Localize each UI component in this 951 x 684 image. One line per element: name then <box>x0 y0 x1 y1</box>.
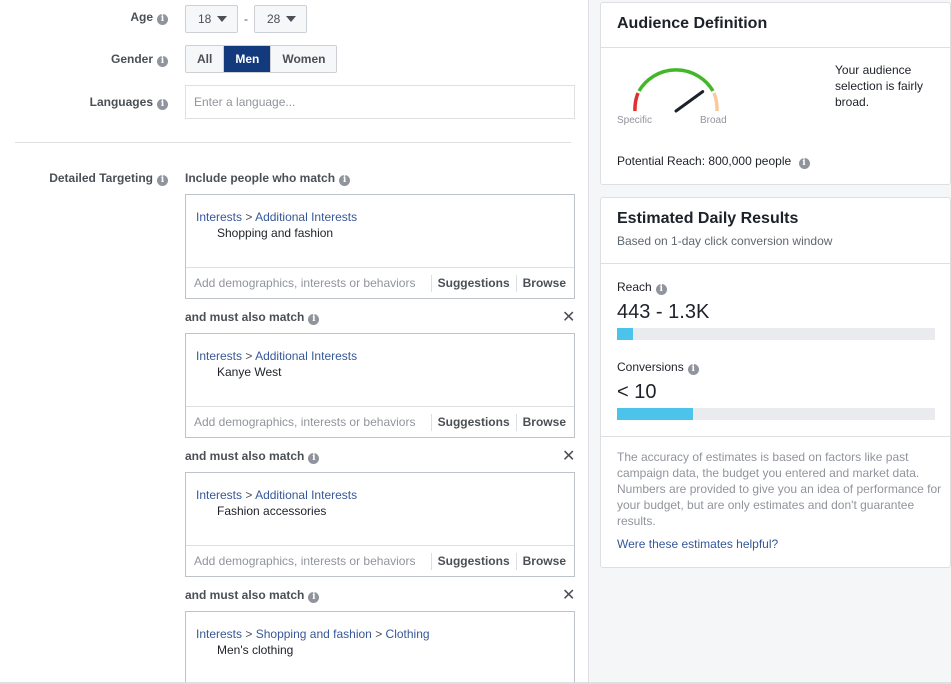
languages-label: Languages i <box>90 95 168 110</box>
age-separator: - <box>244 12 248 26</box>
add-targeting-input[interactable]: Add demographics, interests or behaviors <box>186 415 431 429</box>
audience-gauge <box>633 68 719 113</box>
add-targeting-input[interactable]: Add demographics, interests or behaviors <box>186 276 431 290</box>
conversions-bar-fill <box>617 408 694 420</box>
info-icon[interactable]: i <box>157 14 168 25</box>
must-also-match-label: and must also match i <box>185 449 320 464</box>
breadcrumb-link[interactable]: Interests <box>196 627 242 641</box>
targeting-item[interactable]: Kanye West <box>186 362 574 406</box>
add-targeting-row: Add demographics, interests or behaviors… <box>186 545 574 576</box>
breadcrumb-link[interactable]: Additional Interests <box>255 349 357 363</box>
targeting-item[interactable]: Shopping and fashion <box>186 223 574 267</box>
gender-all-button[interactable]: All <box>186 46 225 72</box>
breadcrumb-link[interactable]: Interests <box>196 349 242 363</box>
info-icon[interactable]: i <box>157 175 168 186</box>
estimated-daily-results-card: Estimated Daily Results Based on 1-day c… <box>600 197 951 568</box>
conversions-label: Conversions i <box>617 360 699 375</box>
breadcrumb: Interests > Additional Interests <box>186 473 574 502</box>
must-also-match-label: and must also match i <box>185 310 320 325</box>
suggestions-button[interactable]: Suggestions <box>430 552 516 570</box>
conversions-bar <box>617 408 935 420</box>
languages-input[interactable]: Enter a language... <box>185 85 575 119</box>
estimated-results-subtitle: Based on 1-day click conversion window <box>617 234 833 248</box>
potential-reach-value: 800,000 people <box>708 154 792 168</box>
info-icon[interactable]: i <box>339 175 351 186</box>
audience-definition-title: Audience Definition <box>617 15 768 32</box>
breadcrumb: Interests > Shopping and fashion > Cloth… <box>186 612 574 641</box>
add-targeting-row: Add demographics, interests or behaviors… <box>186 406 574 437</box>
conversions-value: < 10 <box>617 381 657 403</box>
breadcrumb: Interests > Additional Interests <box>186 195 574 224</box>
suggestions-button[interactable]: Suggestions <box>430 274 516 292</box>
targeting-form: Age i 18 - 28 Gender i All Men Women Langu… <box>0 0 588 684</box>
breadcrumb-link[interactable]: Additional Interests <box>255 488 357 502</box>
close-icon[interactable]: ✕ <box>562 310 575 326</box>
detailed-targeting-label: Detailed Targeting i <box>49 171 168 186</box>
estimated-results-title: Estimated Daily Results <box>617 210 799 227</box>
card-divider <box>601 47 950 48</box>
info-icon[interactable]: i <box>687 364 699 375</box>
estimates-helpful-link[interactable]: Were these estimates helpful? <box>617 537 778 551</box>
info-icon[interactable]: i <box>308 592 320 603</box>
breadcrumb-separator: > <box>245 349 253 363</box>
browse-button[interactable]: Browse <box>515 552 574 570</box>
card-divider <box>601 436 950 437</box>
close-icon[interactable]: ✕ <box>562 449 575 465</box>
section-divider <box>15 142 571 143</box>
targeting-group: Interests > Additional Interests Kanye W… <box>185 333 575 438</box>
breadcrumb-separator: > <box>245 488 253 502</box>
info-icon[interactable]: i <box>157 56 168 67</box>
targeting-group: Interests > Additional Interests Fashion… <box>185 472 575 577</box>
estimates-sidebar: Audience Definition Specific Broad Your … <box>588 0 951 684</box>
card-divider <box>601 263 950 264</box>
breadcrumb-link[interactable]: Interests <box>196 210 242 224</box>
browse-button[interactable]: Browse <box>515 413 574 431</box>
reach-label: Reach i <box>617 280 667 295</box>
reach-value: 443 - 1.3K <box>617 301 710 323</box>
targeting-group: Interests > Additional Interests Shoppin… <box>185 194 575 299</box>
age-min-select[interactable]: 18 <box>185 5 239 33</box>
caret-down-icon <box>217 16 228 22</box>
potential-reach: Potential Reach: 800,000 people i <box>617 154 810 169</box>
info-icon[interactable]: i <box>308 453 320 464</box>
breadcrumb-link[interactable]: Additional Interests <box>255 210 357 224</box>
info-icon[interactable]: i <box>157 99 168 110</box>
reach-bar <box>617 328 935 340</box>
info-icon[interactable]: i <box>655 284 667 295</box>
gauge-specific-label: Specific <box>617 115 653 126</box>
close-icon[interactable]: ✕ <box>562 588 575 604</box>
gauge-needle <box>674 90 705 113</box>
audience-definition-card: Audience Definition Specific Broad Your … <box>600 2 951 185</box>
gender-toggle: All Men Women <box>185 45 338 73</box>
info-icon[interactable]: i <box>798 158 810 169</box>
targeting-item[interactable]: Fashion accessories <box>186 501 574 545</box>
include-label: Include people who match i <box>185 171 351 186</box>
gauge-broad-label: Broad <box>700 115 727 126</box>
breadcrumb-link[interactable]: Interests <box>196 488 242 502</box>
suggestions-button[interactable]: Suggestions <box>430 413 516 431</box>
breadcrumb-link[interactable]: Clothing <box>386 627 430 641</box>
add-targeting-input[interactable]: Add demographics, interests or behaviors <box>186 554 431 568</box>
must-also-match-label: and must also match i <box>185 588 320 603</box>
gender-label: Gender i <box>111 52 168 67</box>
breadcrumb: Interests > Additional Interests <box>186 334 574 363</box>
breadcrumb-separator: > <box>245 627 253 641</box>
breadcrumb-link[interactable]: Shopping and fashion <box>256 627 372 641</box>
targeting-group: Interests > Shopping and fashion > Cloth… <box>185 611 575 684</box>
caret-down-icon <box>286 16 297 22</box>
breadcrumb-separator: > <box>245 210 253 224</box>
age-max-select[interactable]: 28 <box>254 5 308 33</box>
info-icon[interactable]: i <box>308 314 320 325</box>
breadcrumb-separator: > <box>375 627 383 641</box>
estimates-disclaimer: The accuracy of estimates is based on fa… <box>617 450 942 528</box>
age-label: Age i <box>130 10 168 25</box>
reach-bar-fill <box>617 328 633 340</box>
browse-button[interactable]: Browse <box>515 274 574 292</box>
targeting-item[interactable]: Men's clothing <box>186 640 574 684</box>
gender-men-button[interactable]: Men <box>224 46 272 72</box>
audience-description: Your audience selection is fairly broad. <box>835 63 924 109</box>
gender-women-button[interactable]: Women <box>271 46 337 72</box>
add-targeting-row: Add demographics, interests or behaviors… <box>186 267 574 298</box>
potential-reach-label: Potential Reach: <box>617 154 706 168</box>
